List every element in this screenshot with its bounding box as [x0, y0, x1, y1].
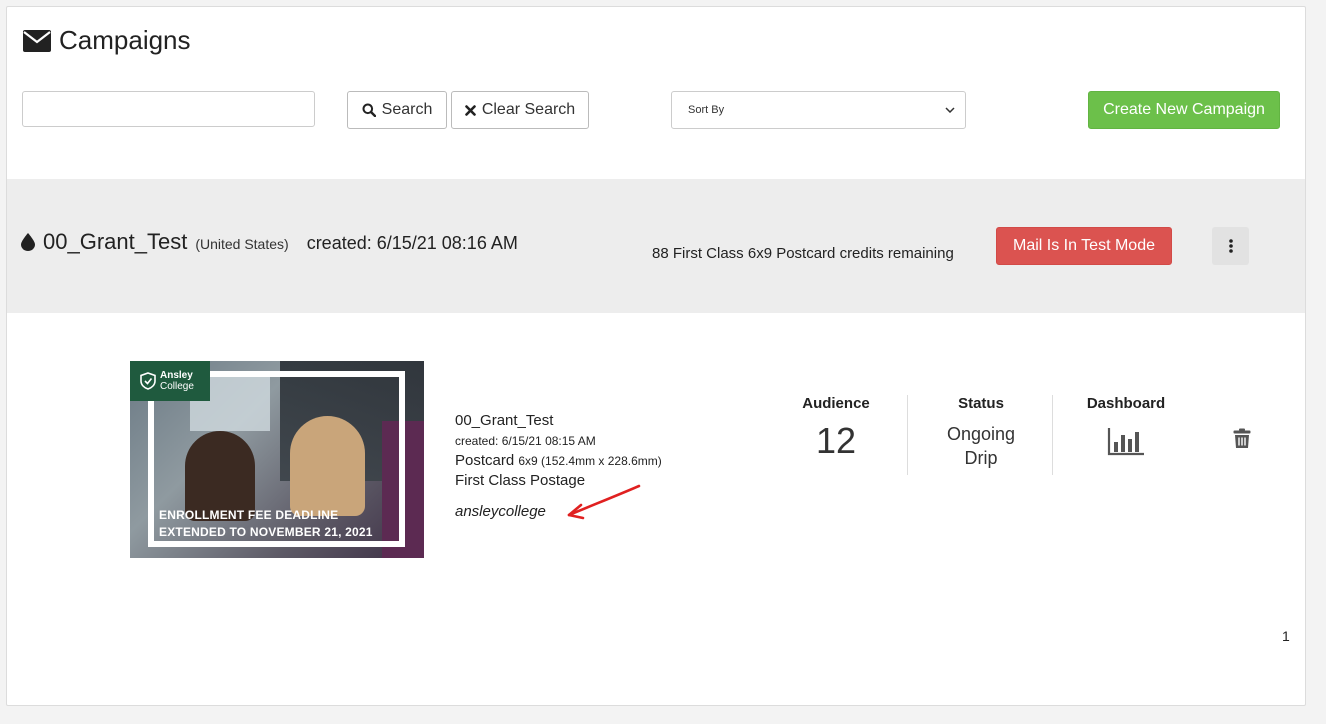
logo-line-1: Ansley: [160, 370, 193, 381]
times-icon: [465, 104, 476, 116]
search-button-label: Search: [381, 101, 433, 118]
status-stat: Status Ongoing Drip: [907, 395, 1054, 475]
campaign-name-group: 00_Grant_Test (United States) created: 6…: [21, 229, 518, 255]
dashboard-stat: Dashboard: [1052, 395, 1199, 475]
campaign-created: created: 6/15/21 08:16 AM: [306, 233, 518, 253]
page-title-text: Campaigns: [59, 25, 191, 55]
test-mode-button[interactable]: Mail Is In Test Mode: [996, 227, 1172, 265]
credits-remaining: 88 First Class 6x9 Postcard credits rema…: [652, 245, 954, 262]
sort-by-value: Sort By: [688, 104, 725, 116]
piece-name: 00_Grant_Test: [455, 412, 554, 429]
dashboard-label: Dashboard: [1086, 395, 1166, 412]
status-label: Status: [958, 395, 1004, 412]
logo-line-2: College: [160, 381, 194, 392]
college-logo: Ansley College: [130, 361, 210, 401]
trash-icon: [1233, 428, 1251, 448]
envelope-icon: [23, 29, 51, 52]
delete-campaign-button[interactable]: [1233, 428, 1251, 454]
status-value: Ongoing Drip: [908, 422, 1054, 470]
caption-line-2: EXTENDED TO NOVEMBER 21, 2021: [159, 525, 373, 539]
audience-label: Audience: [802, 395, 870, 412]
thumbnail-caption: ENROLLMENT FEE DEADLINE EXTENDED TO NOVE…: [159, 507, 373, 541]
annotation-arrow: [567, 484, 641, 520]
campaign-menu-button[interactable]: [1212, 227, 1249, 265]
logo-text: Ansley College: [160, 370, 194, 392]
shield-icon: [140, 372, 156, 390]
page-title: Campaigns: [23, 25, 191, 56]
chevron-down-icon: [945, 107, 955, 113]
kebab-menu-icon: [1228, 239, 1233, 253]
piece-product-size: 6x9 (152.4mm x 228.6mm): [518, 454, 662, 468]
dashboard-link[interactable]: [1053, 426, 1199, 456]
status-line-1: Ongoing: [946, 424, 1016, 444]
pagination-current-page[interactable]: 1: [1282, 628, 1290, 644]
piece-created: created: 6/15/21 08:15 AM: [455, 434, 596, 448]
sort-by-select[interactable]: Sort By: [671, 91, 966, 129]
caption-line-1: ENROLLMENT FEE DEADLINE: [159, 508, 339, 522]
search-icon: [362, 103, 376, 117]
audience-stat: Audience 12: [763, 395, 909, 462]
search-input[interactable]: [22, 91, 315, 127]
bar-chart-icon: [1107, 428, 1144, 456]
campaign-country: (United States): [195, 236, 289, 252]
piece-product-type: Postcard: [455, 452, 515, 469]
audience-value[interactable]: 12: [763, 420, 909, 462]
status-line-2: Drip: [964, 448, 998, 468]
create-new-campaign-button[interactable]: Create New Campaign: [1088, 91, 1280, 129]
search-button[interactable]: Search: [347, 91, 447, 129]
postcard-thumbnail[interactable]: Ansley College ENROLLMENT FEE DEADLINE E…: [130, 361, 424, 558]
campaign-header: 00_Grant_Test (United States) created: 6…: [7, 179, 1305, 313]
clear-search-label: Clear Search: [481, 101, 576, 118]
piece-product: Postcard 6x9 (152.4mm x 228.6mm): [455, 451, 662, 471]
campaigns-panel: Campaigns Search Clear Search Sort By Cr…: [6, 6, 1306, 706]
clear-search-button[interactable]: Clear Search: [451, 91, 589, 129]
campaign-title[interactable]: 00_Grant_Test: [43, 229, 187, 255]
drop-icon: [21, 233, 35, 251]
